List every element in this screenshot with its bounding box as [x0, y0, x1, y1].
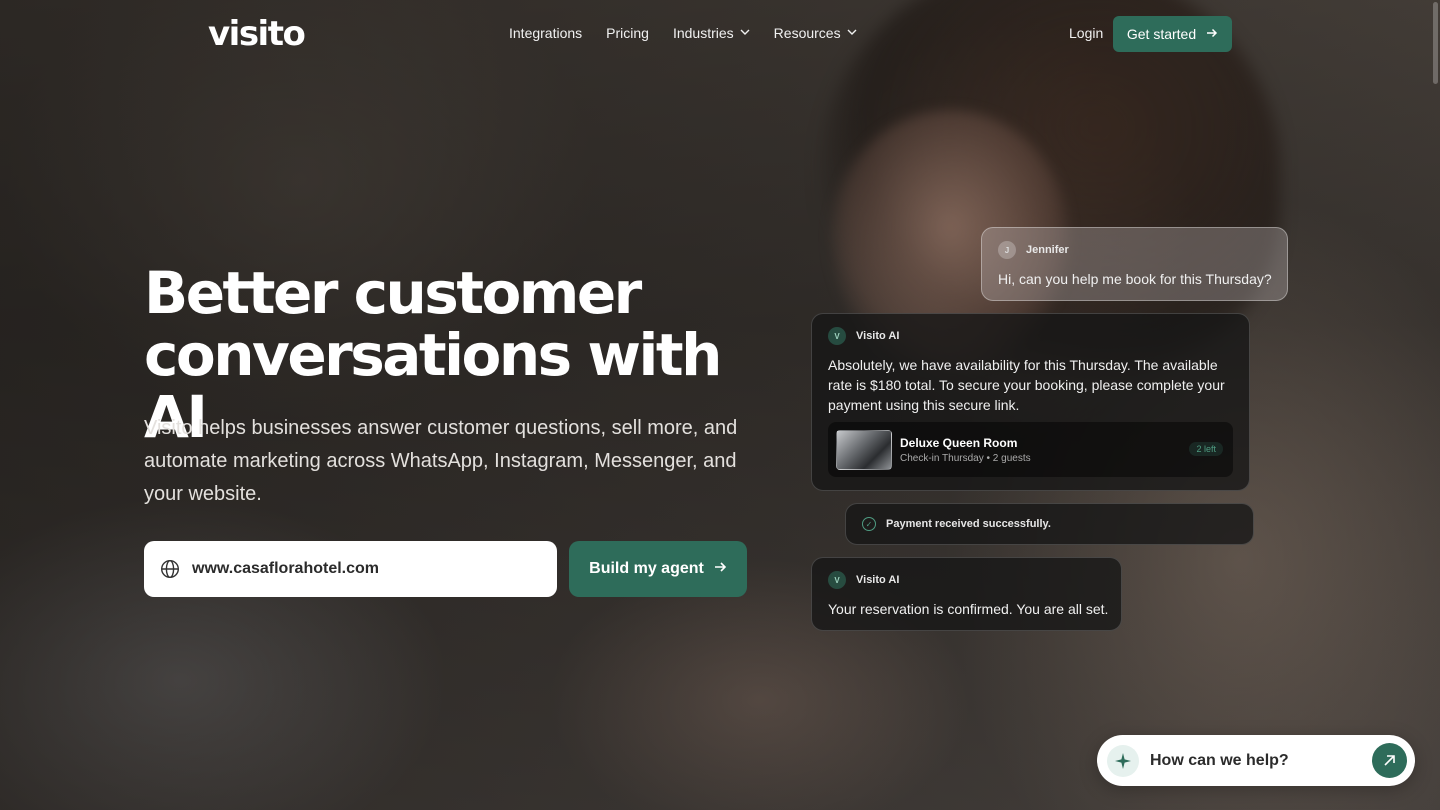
nav-link-resources[interactable]: Resources — [774, 25, 857, 41]
nav-link-label: Industries — [672, 25, 734, 41]
hero-subtitle: Visito helps businesses answer customer … — [144, 417, 738, 505]
top-nav: visito Integrations Pricing Industries R… — [0, 0, 1440, 70]
website-url-input[interactable] — [192, 560, 532, 578]
get-started-label: Get started — [1126, 26, 1197, 42]
build-my-agent-button[interactable]: Build my agent — [569, 541, 747, 597]
ai-confirmation-card: V Visito AI Your reservation is confirme… — [811, 557, 1122, 631]
nav-links: Integrations Pricing Industries Resource… — [509, 25, 857, 41]
payment-status: ✓ Payment received successfully. — [862, 517, 1051, 531]
website-url-field[interactable] — [144, 541, 557, 597]
get-started-button[interactable]: Get started — [1113, 16, 1232, 52]
check-circle-icon: ✓ — [862, 517, 876, 531]
room-info: Deluxe Queen Room Check-in Thursday • 2 … — [900, 436, 1031, 464]
help-chat-widget[interactable]: How can we help? — [1097, 735, 1415, 786]
avatar: V — [828, 571, 846, 589]
nav-link-label: Pricing — [606, 25, 649, 41]
message-header: J Jennifer — [998, 241, 1069, 259]
ai-message-card: V Visito AI Absolutely, we have availabi… — [811, 313, 1250, 491]
arrow-right-icon — [714, 560, 727, 578]
message-text: Absolutely, we have availability for thi… — [828, 357, 1225, 413]
room-name: Deluxe Queen Room — [900, 435, 1018, 450]
sender-name: Jennifer — [1026, 244, 1069, 256]
nav-link-label: Resources — [773, 25, 841, 41]
message-text: Hi, can you help me book for this Thursd… — [998, 271, 1272, 287]
login-link[interactable]: Login — [1069, 25, 1103, 41]
user-message-card: J Jennifer Hi, can you help me book for … — [981, 227, 1288, 301]
logo[interactable]: visito — [208, 14, 306, 54]
availability-badge: 2 left — [1189, 442, 1223, 456]
chevron-down-icon — [847, 27, 857, 38]
build-my-agent-label: Build my agent — [589, 560, 704, 577]
message-header: V Visito AI — [828, 571, 899, 589]
globe-icon — [160, 559, 180, 579]
room-thumbnail — [836, 429, 892, 470]
chevron-down-icon — [740, 27, 750, 38]
sender-name: Visito AI — [856, 574, 900, 586]
room-offer[interactable]: Deluxe Queen Room Check-in Thursday • 2 … — [828, 422, 1233, 477]
payment-status-text: Payment received successfully. — [886, 518, 1051, 530]
payment-status-card: ✓ Payment received successfully. — [845, 503, 1254, 545]
hero-title-line-1: Better customer — [144, 259, 642, 327]
avatar: J — [998, 241, 1016, 259]
sender-name: Visito AI — [856, 330, 900, 342]
message-header: V Visito AI — [828, 327, 899, 345]
arrow-up-right-icon — [1384, 755, 1395, 766]
nav-link-industries[interactable]: Industries — [673, 25, 750, 41]
page-scrollbar[interactable] — [1433, 2, 1438, 84]
nav-link-label: Integrations — [509, 25, 583, 41]
help-prompt: How can we help? — [1150, 751, 1289, 769]
message-text: Your reservation is confirmed. You are a… — [828, 601, 1109, 617]
open-chat-button[interactable] — [1372, 743, 1407, 778]
sparkle-icon — [1107, 744, 1139, 777]
nav-link-pricing[interactable]: Pricing — [606, 25, 649, 41]
arrow-right-icon — [1206, 26, 1218, 42]
room-meta: Check-in Thursday • 2 guests — [900, 452, 1031, 464]
nav-link-integrations[interactable]: Integrations — [509, 25, 582, 41]
avatar: V — [828, 327, 846, 345]
